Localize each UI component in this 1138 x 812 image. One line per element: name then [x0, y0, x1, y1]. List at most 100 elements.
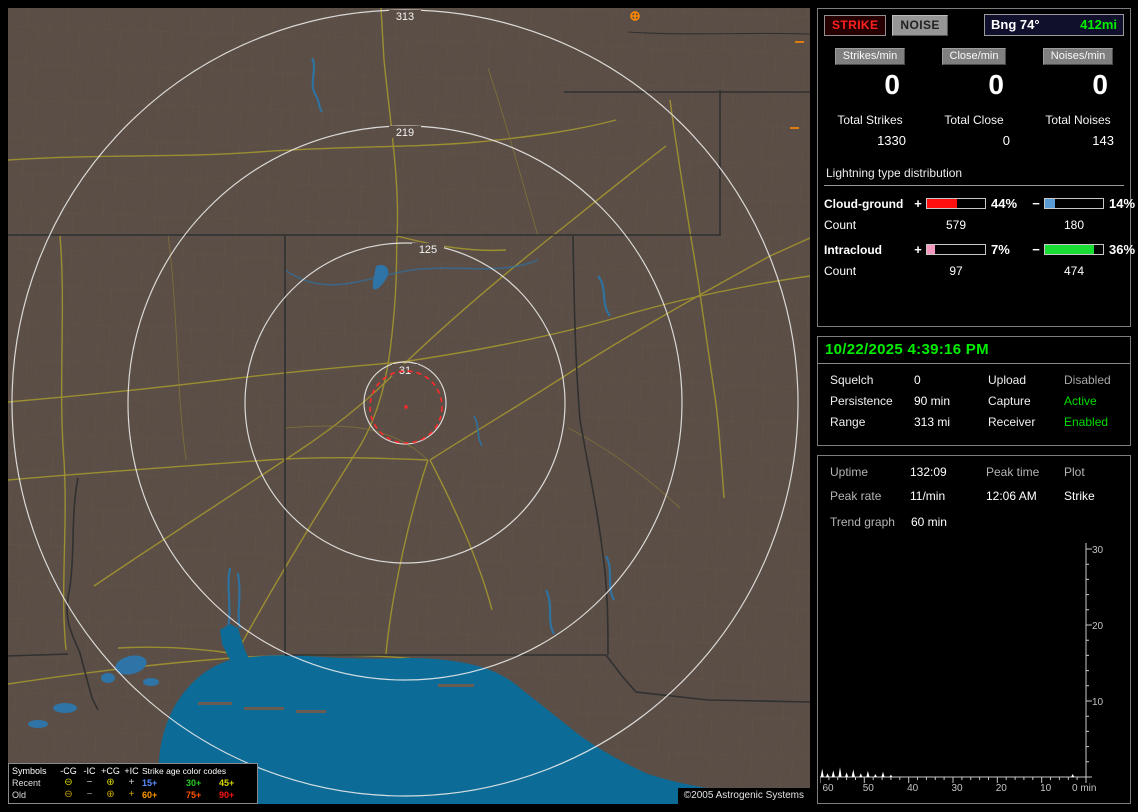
strike-legend: Symbols -CG -IC +CG +IC Strike age color… [8, 763, 258, 804]
age-30-label: 30+ [186, 778, 202, 788]
distribution-title: Lightning type distribution [824, 166, 1124, 186]
x-tick-0: 0 min [1072, 783, 1096, 794]
squelch-label: Squelch [830, 373, 874, 387]
ring-label-313: 313 [396, 11, 414, 23]
total-noises-value: 143 [1092, 133, 1114, 148]
legend-symbols-header: Symbols [12, 766, 47, 776]
cloud-ground-label: Cloud-ground [824, 196, 904, 211]
datetime-display: 10/22/2025 4:39:16 PM [818, 337, 1130, 364]
x-tick-60: 60 [822, 783, 834, 794]
strikes-column: Strikes/min 0 Total Strikes 1330 [818, 46, 922, 148]
pos-ic-old-icon: + [128, 789, 135, 800]
cg-minus-count: 180 [1063, 218, 1085, 232]
cg-minus-percent: 14% [1109, 196, 1136, 211]
y-tick-30: 30 [1092, 545, 1104, 556]
plus-sign: + [914, 242, 922, 257]
neg-cg-recent-icon: ⊖ [64, 777, 73, 788]
pos-ic-recent-icon: + [128, 777, 135, 788]
map-svg: 313 219 125 31 [8, 8, 810, 804]
legend-old-label: Old [12, 790, 27, 800]
strike-button[interactable]: STRIKE [824, 14, 887, 36]
nexstorm-window: 313 219 125 31 Symbols -CG -IC +CG +IC S… [0, 0, 1138, 812]
intracloud-count-row: Count 97 474 [818, 264, 1130, 278]
noises-per-min-label: Noises/min [1042, 48, 1114, 65]
trend-graph-label: Trend graph [830, 515, 895, 529]
age-75-label: 75+ [186, 790, 202, 800]
ic-plus-bar [926, 244, 986, 255]
cloud-ground-row: Cloud-ground + 44% − 14% [818, 196, 1135, 211]
legend-col-pos-ic: +IC [124, 766, 139, 776]
rate-counters: Strikes/min 0 Total Strikes 1330 Close/m… [818, 46, 1130, 148]
range-label: Range [830, 415, 866, 429]
bearing-distance: 412mi [1080, 17, 1117, 32]
range-value: 313 mi [914, 415, 951, 429]
total-close-value: 0 [1002, 133, 1010, 148]
cloud-ground-count-row: Count 579 180 [818, 218, 1130, 232]
trend-graph-value: 60 min [910, 515, 947, 529]
plus-sign: + [914, 196, 922, 211]
strikes-per-min-label: Strikes/min [834, 48, 906, 65]
legend-col-neg-cg: -CG [60, 766, 77, 776]
close-per-min-value: 0 [988, 69, 1004, 100]
noise-button[interactable]: NOISE [892, 14, 948, 36]
ic-plus-count: 97 [949, 264, 963, 278]
graph-ticks [820, 548, 1092, 783]
peak-time-label: Peak time [986, 465, 1040, 479]
cg-minus-bar [1044, 198, 1104, 209]
noises-column: Noises/min 0 Total Noises 143 [1026, 46, 1130, 148]
close-column: Close/min 0 Total Close 0 [922, 46, 1026, 148]
peak-rate-label: Peak rate [830, 489, 882, 503]
trend-graph: 30 20 10 60 50 40 30 20 10 0 min [820, 543, 1104, 794]
bearing-label: Bng 74° [991, 17, 1040, 32]
plot-label: Plot [1064, 465, 1085, 479]
strikes-per-min-value: 0 [884, 69, 900, 100]
age-codes-header: Strike age color codes [142, 766, 227, 776]
close-per-min-label: Close/min [941, 48, 1007, 65]
minus-sign: − [1032, 196, 1040, 211]
ring-label-125: 125 [419, 244, 437, 256]
uptime-value: 132:09 [910, 465, 947, 479]
age-45-label: 45+ [219, 778, 235, 788]
strike-stats-panel: STRIKE NOISE Bng 74° 412mi Strikes/min 0… [817, 8, 1135, 327]
ic-minus-percent: 36% [1109, 242, 1136, 257]
neg-cg-old-icon: ⊖ [64, 789, 73, 800]
receiver-label: Receiver [988, 415, 1036, 429]
capture-label: Capture [988, 394, 1031, 408]
y-tick-10: 10 [1092, 697, 1104, 708]
map-area[interactable]: 313 219 125 31 Symbols -CG -IC +CG +IC S… [8, 8, 810, 804]
age-60-label: 60+ [142, 790, 158, 800]
peak-time-value: 12:06 AM [986, 489, 1037, 503]
upload-label: Upload [988, 373, 1027, 387]
receiver-value: Enabled [1064, 415, 1109, 429]
ring-label-219: 219 [396, 127, 414, 139]
neg-ic-recent-icon: − [86, 777, 93, 788]
x-tick-10: 10 [1040, 783, 1052, 794]
ic-minus-count: 474 [1063, 264, 1085, 278]
x-tick-20: 20 [996, 783, 1008, 794]
x-tick-50: 50 [863, 783, 875, 794]
bearing-display: Bng 74° 412mi [984, 14, 1124, 36]
x-tick-30: 30 [951, 783, 963, 794]
intracloud-row: Intracloud + 7% − 36% [818, 242, 1135, 257]
capture-value: Active [1064, 394, 1097, 408]
graph-axes [820, 543, 1087, 778]
noises-per-min-value: 0 [1092, 69, 1108, 100]
uptime-label: Uptime [830, 465, 869, 479]
copyright: ©2005 Astrogenic Systems [677, 788, 810, 804]
persistence-value: 90 min [914, 394, 951, 408]
cg-plus-bar [926, 198, 986, 209]
total-noises-label: Total Noises [1045, 113, 1111, 127]
trend-panel: Uptime 132:09 Peak time Plot Peak rate 1… [817, 455, 1131, 804]
cg-plus-percent: 44% [991, 196, 1018, 211]
x-tick-40: 40 [907, 783, 919, 794]
intracloud-label: Intracloud [824, 242, 883, 257]
receiver-location-dot [404, 405, 408, 409]
y-tick-20: 20 [1092, 621, 1104, 632]
pos-cg-recent-icon: ⊕ [106, 777, 115, 788]
age-15-label: 15+ [142, 778, 158, 788]
count-label: Count [824, 264, 857, 278]
legend-col-pos-cg: +CG [101, 766, 120, 776]
legend-recent-label: Recent [12, 778, 41, 788]
strike-rate-spikes [820, 767, 1086, 777]
ic-plus-percent: 7% [991, 242, 1010, 257]
